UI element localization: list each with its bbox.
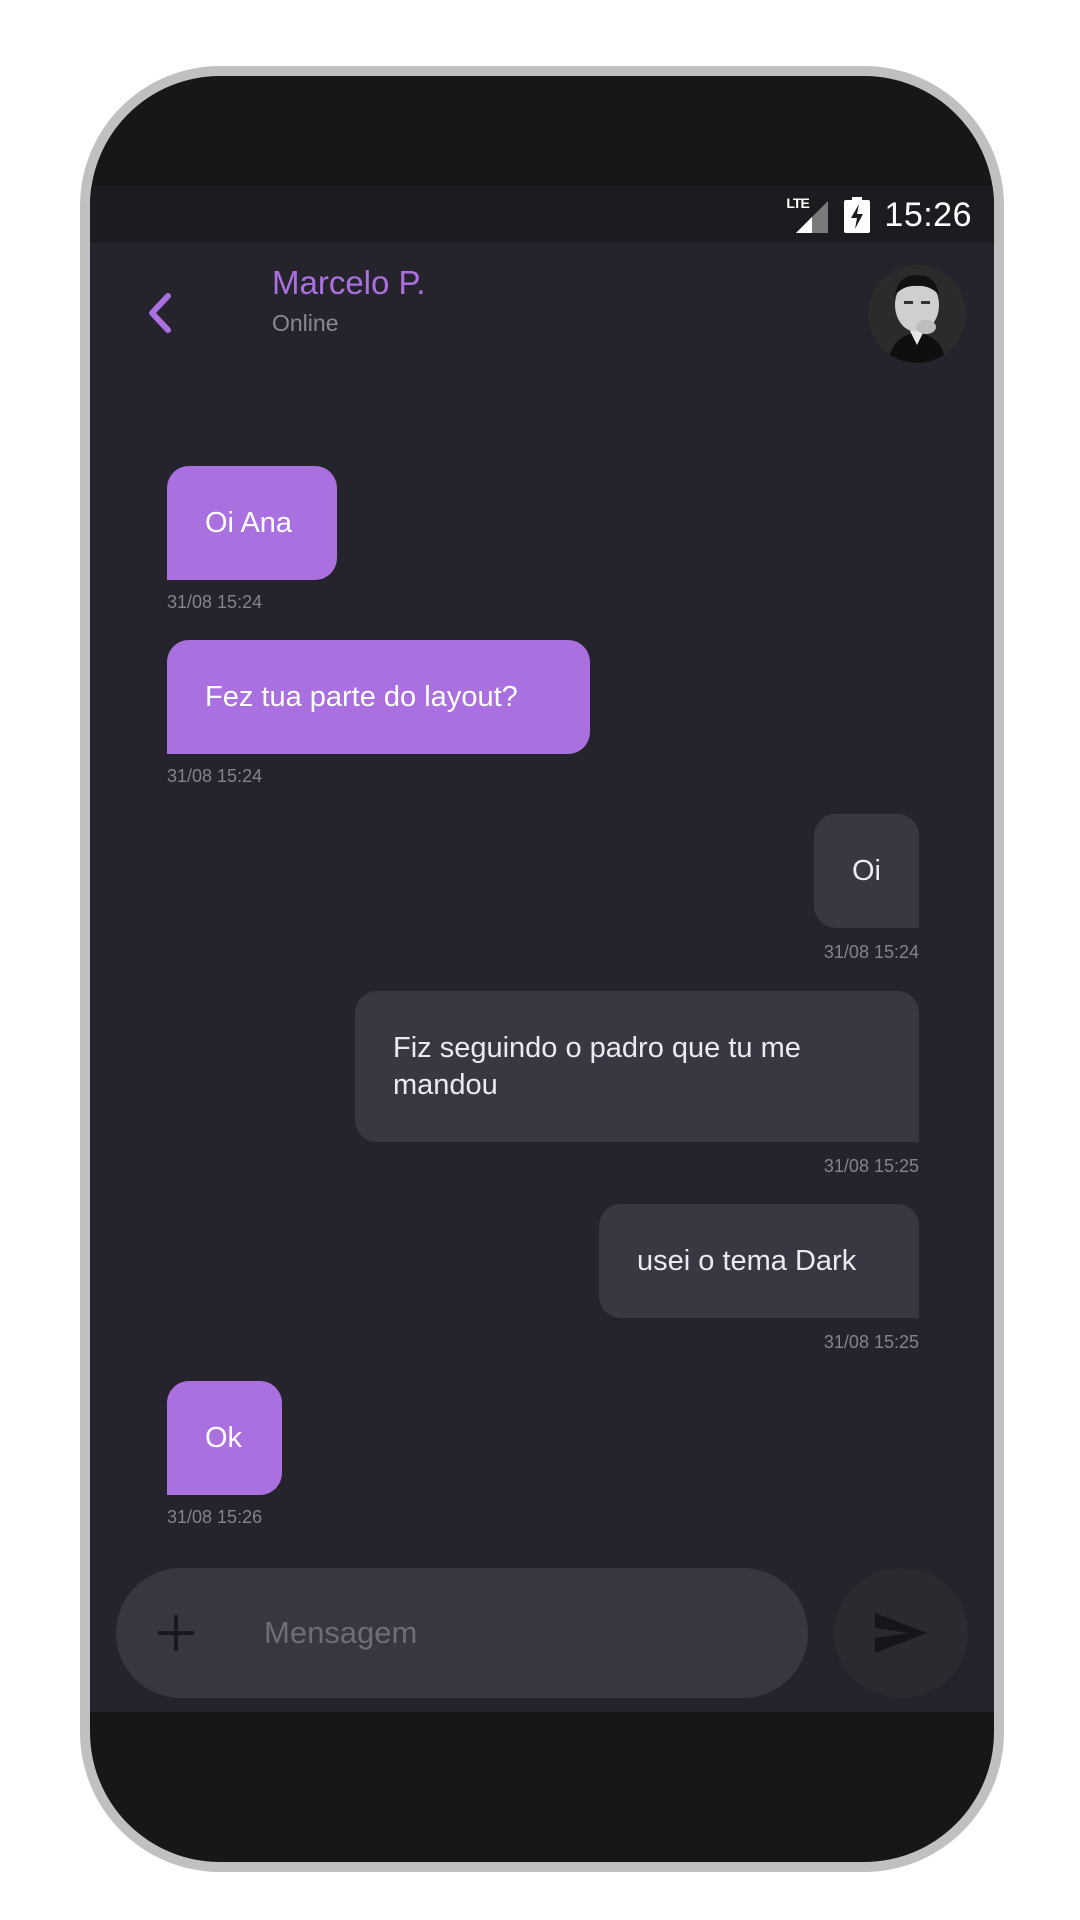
message-timestamp: 31/08 15:25 (823, 1332, 919, 1352)
message-bubble-outgoing[interactable]: usei o tema Dark (599, 1204, 919, 1318)
phone-frame: LTE 15:26 Marcelo P. Online Oi Ana 31/08… (80, 66, 1004, 1872)
message-timestamp: 31/08 15:26 (167, 1507, 263, 1527)
send-button[interactable] (834, 1568, 968, 1698)
message-bubble-incoming[interactable]: Fez tua parte do layout? (167, 640, 590, 754)
message-list: Oi Ana 31/08 15:24 Fez tua parte do layo… (90, 186, 994, 1712)
message-timestamp: 31/08 15:24 (167, 766, 263, 786)
message-text: usei o tema Dark (637, 1244, 857, 1277)
message-timestamp: 31/08 15:24 (167, 592, 263, 612)
message-timestamp: 31/08 15:25 (823, 1156, 919, 1176)
chat-screen: LTE 15:26 Marcelo P. Online Oi Ana 31/08… (90, 186, 994, 1712)
message-timestamp: 31/08 15:24 (823, 942, 919, 962)
message-bubble-outgoing[interactable]: Oi (814, 814, 919, 928)
add-attachment-button[interactable] (154, 1611, 198, 1655)
message-text: Fiz seguindo o padro que tu me mandou (393, 1031, 801, 1101)
message-text: Fez tua parte do layout? (205, 680, 518, 713)
message-input[interactable] (264, 1603, 764, 1663)
message-text: Oi (852, 854, 881, 887)
message-bubble-incoming[interactable]: Ok (167, 1381, 282, 1495)
plus-icon (158, 1615, 194, 1651)
message-composer (116, 1568, 808, 1698)
phone-bezel: LTE 15:26 Marcelo P. Online Oi Ana 31/08… (90, 76, 994, 1862)
send-icon (875, 1613, 927, 1653)
message-text: Ok (205, 1421, 243, 1454)
message-text: Oi Ana (205, 506, 293, 539)
message-bubble-incoming[interactable]: Oi Ana (167, 466, 337, 580)
message-bubble-outgoing[interactable]: Fiz seguindo o padro que tu me mandou (355, 991, 919, 1142)
